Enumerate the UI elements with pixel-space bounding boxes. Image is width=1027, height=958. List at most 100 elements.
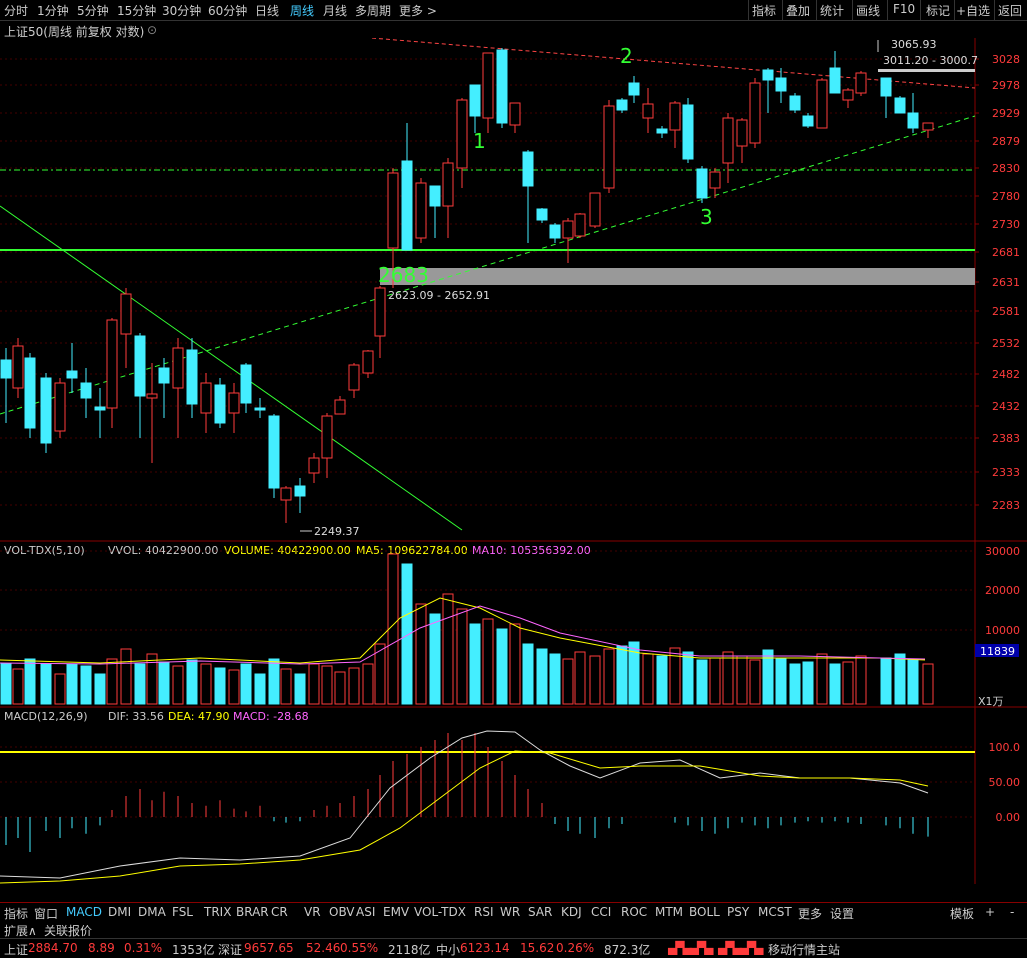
indicator-tab-11[interactable]: ASI [356, 905, 375, 919]
expand-button[interactable]: 扩展∧ [4, 922, 37, 939]
candle-body [574, 213, 586, 237]
volume-axis-label: 20000 [985, 584, 1020, 597]
macd-value: MACD: -28.68 [233, 710, 309, 723]
indicator-tab-19[interactable]: ROC [621, 905, 647, 919]
indicator-tab-9[interactable]: VR [304, 905, 321, 919]
volume-bar [120, 648, 132, 705]
indicator-tab-18[interactable]: CCI [591, 905, 611, 919]
related-quotes-button[interactable]: 关联报价 [44, 922, 92, 939]
candle-body [842, 89, 854, 101]
indicator-tab-2[interactable]: MACD [66, 905, 102, 919]
sh-price: 2884.70 [28, 941, 78, 955]
f10-button[interactable]: F10 [893, 2, 915, 16]
volume-bar [709, 657, 721, 705]
main-price-panel: 3028 2978 2929 2879 2830 2780 2730 2681 2631 2581… [0, 38, 1027, 884]
volume-bar [228, 669, 240, 705]
volume-bar [736, 655, 748, 705]
candle-body [789, 95, 801, 111]
indicator-tab-8[interactable]: CR [271, 905, 288, 919]
volume-unit: X1万 [978, 695, 1004, 708]
volume-axis-label: 30000 [985, 545, 1020, 558]
period-tab-15min[interactable]: 15分钟 [117, 2, 156, 19]
volume-bar [348, 667, 360, 705]
volume-bar [842, 661, 854, 705]
volume-bar [696, 659, 708, 705]
period-tab-1min[interactable]: 1分钟 [37, 2, 69, 19]
candle-body [280, 487, 292, 501]
low-price-label: 2249.37 [314, 525, 360, 538]
candle-body [628, 82, 640, 96]
overlay-button[interactable]: 叠加 [786, 2, 810, 19]
volume-bar [186, 659, 198, 705]
period-tab-daily[interactable]: 日线 [255, 2, 279, 19]
back-button[interactable]: 返回 [998, 2, 1022, 19]
chevron-down-icon[interactable]: ⊙ [147, 23, 157, 37]
wave-3-label: 3 [700, 205, 713, 229]
extension-bar: 扩展∧ 关联报价 [0, 920, 1027, 939]
indicator-tab-20[interactable]: MTM [655, 905, 683, 919]
candle-body [496, 49, 508, 124]
volume-bar [429, 613, 441, 705]
candle-body [603, 105, 615, 189]
volume-bar [334, 671, 346, 705]
indicator-tab-7[interactable]: BRAR [236, 905, 269, 919]
zx-name: 中小 [436, 943, 461, 957]
volume-bar [456, 608, 468, 705]
indicator-tab-5[interactable]: FSL [172, 905, 193, 919]
indicator-tab-10[interactable]: OBV [329, 905, 355, 919]
candle-body [66, 370, 78, 379]
candle-body [214, 384, 226, 424]
indicator-tab-12[interactable]: EMV [383, 905, 409, 919]
volume-bar [54, 673, 66, 705]
candle-body [736, 119, 748, 147]
candle-body [374, 287, 386, 337]
volume-bar [362, 663, 374, 705]
indicator-tab-15[interactable]: WR [500, 905, 520, 919]
mobile-server-label[interactable]: 移动行情主站 [768, 941, 840, 958]
period-tab-more[interactable]: 更多 > [399, 2, 437, 19]
indicator-tab-6[interactable]: TRIX [204, 905, 231, 919]
indicator-tab-21[interactable]: BOLL [689, 905, 720, 919]
candle-body [158, 367, 170, 384]
volume-bar [294, 673, 306, 705]
remove-icon[interactable]: - [1010, 905, 1014, 919]
indicator-tab-16[interactable]: SAR [528, 905, 552, 919]
candle-body [54, 382, 66, 432]
volume-bar [722, 651, 734, 705]
period-tab-5min[interactable]: 5分钟 [77, 2, 109, 19]
candle-body [709, 171, 721, 189]
period-tab-weekly[interactable]: 周线 [290, 2, 314, 19]
indicator-tab-4[interactable]: DMA [138, 905, 166, 919]
period-tab-monthly[interactable]: 月线 [323, 2, 347, 19]
indicator-tab-14[interactable]: RSI [474, 905, 494, 919]
price-axis-label: 2780 [992, 190, 1020, 203]
candle-body [401, 160, 413, 251]
chart-area[interactable]: 3028 2978 2929 2879 2830 2780 2730 2681 2631 2581… [0, 38, 1027, 884]
stats-button[interactable]: 统计 [820, 2, 844, 19]
volume-bar [880, 657, 892, 705]
period-tab-multi[interactable]: 多周期 [355, 2, 391, 19]
draw-line-button[interactable]: 画线 [856, 2, 880, 19]
add-watchlist-button[interactable]: +自选 [956, 2, 990, 19]
indicator-tab-23[interactable]: MCST [758, 905, 792, 919]
candle-body [228, 392, 240, 414]
sz-volume: 2118亿 [388, 943, 431, 957]
volume-bar [268, 658, 280, 705]
period-tab-60min[interactable]: 60分钟 [208, 2, 247, 19]
indicator-tab-17[interactable]: KDJ [561, 905, 582, 919]
mark-button[interactable]: 标记 [926, 2, 950, 19]
candle-body [829, 67, 841, 94]
indicator-button[interactable]: 指标 [752, 2, 776, 19]
high-price-label: 3065.93 [891, 38, 937, 51]
volume-bar [682, 651, 694, 705]
zx-volume: 872.3亿 [604, 943, 651, 957]
add-icon[interactable]: + [985, 905, 995, 919]
candle-body [922, 122, 934, 131]
indicator-tab-22[interactable]: PSY [727, 905, 749, 919]
candle-body [562, 220, 574, 239]
candle-body [186, 349, 198, 405]
indicator-tab-3[interactable]: DMI [108, 905, 131, 919]
period-tab-30min[interactable]: 30分钟 [162, 2, 201, 19]
indicator-tab-13[interactable]: VOL-TDX [414, 905, 466, 919]
period-tab-fenshi[interactable]: 分时 [4, 2, 28, 19]
